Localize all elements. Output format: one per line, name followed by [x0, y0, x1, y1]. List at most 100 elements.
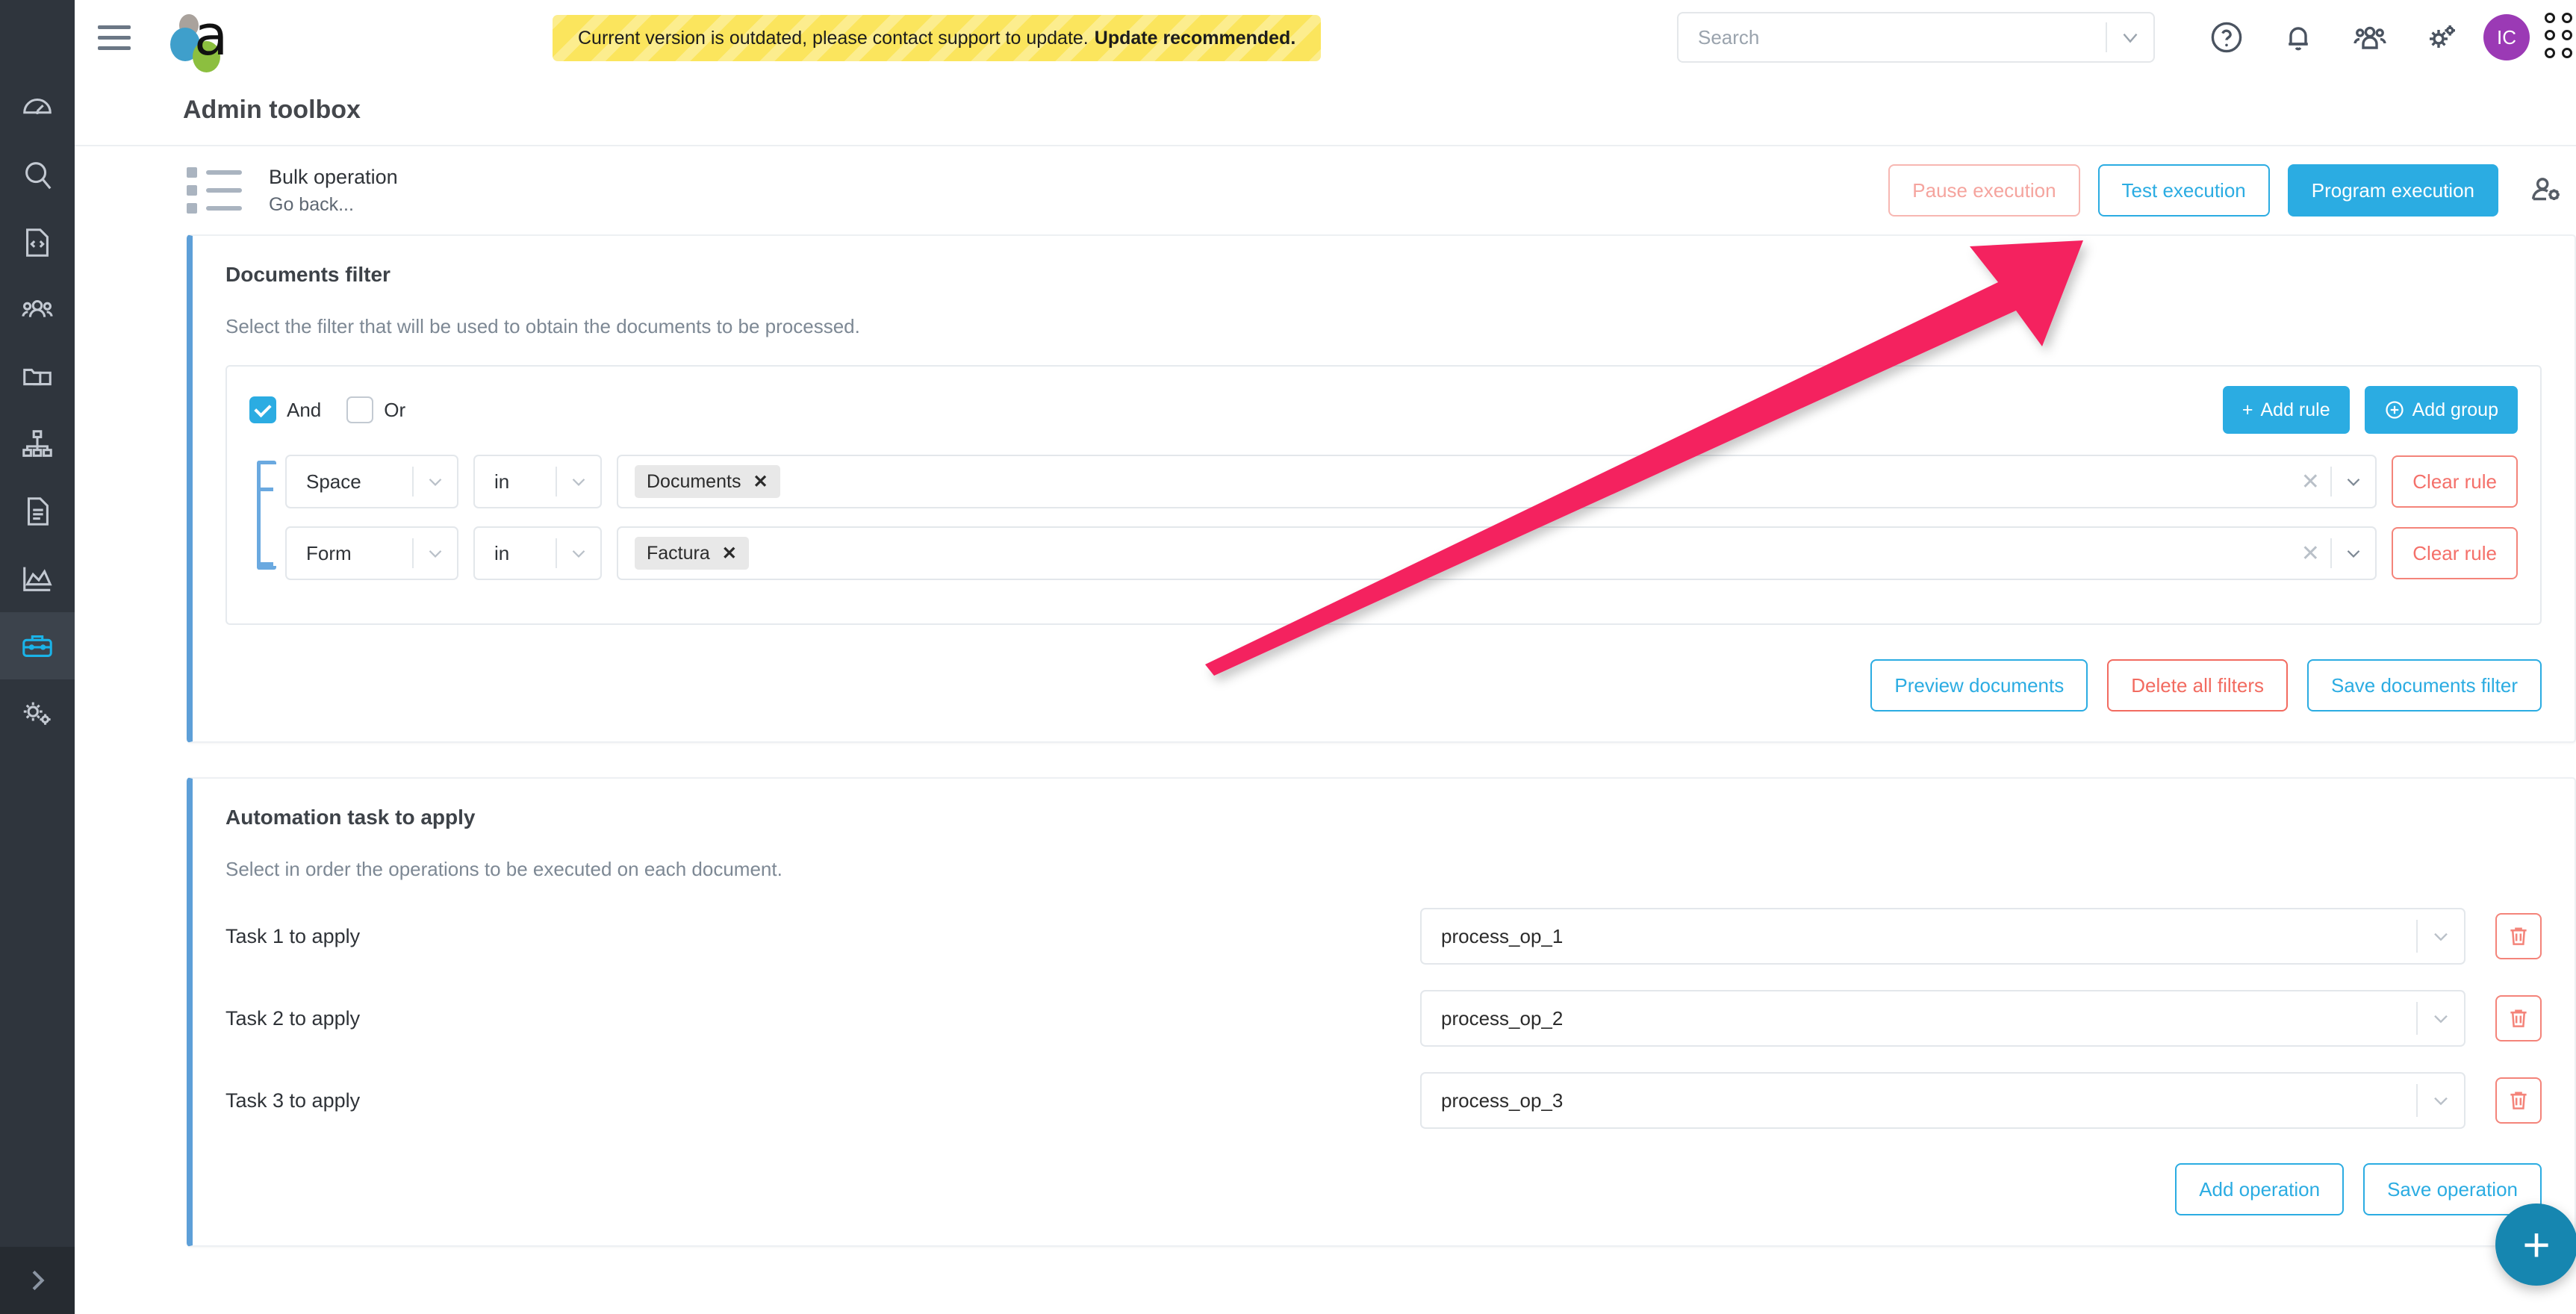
sidebar-item-toolbox[interactable]	[0, 612, 75, 679]
add-group-button[interactable]: Add group	[2365, 386, 2518, 434]
top-bar: a Current version is outdated, please co…	[75, 0, 2576, 75]
and-option[interactable]: And	[249, 396, 321, 423]
test-execution-button[interactable]: Test execution	[2098, 164, 2270, 217]
people-icon	[2352, 19, 2388, 55]
delete-task-button[interactable]	[2495, 1077, 2542, 1124]
clear-value-icon[interactable]: ✕	[2290, 541, 2330, 567]
grid-dot	[2545, 48, 2555, 58]
chevron-down-icon[interactable]	[2332, 542, 2375, 564]
sidebar-item-folder[interactable]	[0, 343, 75, 411]
sidebar-item-document[interactable]	[0, 478, 75, 545]
sidebar-item-dashboard[interactable]	[0, 75, 75, 142]
task-operation-select[interactable]: process_op_1	[1420, 908, 2465, 965]
user-gear-button[interactable]	[2516, 173, 2576, 208]
search-icon	[20, 158, 55, 193]
hamburger-line	[98, 46, 131, 50]
remove-chip-icon[interactable]: ✕	[722, 543, 737, 564]
task-operation-value: process_op_3	[1422, 1089, 2416, 1112]
plus-circle-icon	[2384, 399, 2405, 420]
go-back-link[interactable]: Go back...	[269, 191, 398, 218]
value-chip[interactable]: Documents ✕	[635, 465, 780, 498]
sidebar-item-settings[interactable]	[0, 679, 75, 747]
chevron-down-icon[interactable]	[557, 470, 600, 493]
chevron-down-icon[interactable]	[2418, 1006, 2464, 1030]
user-avatar[interactable]: IC	[2483, 14, 2530, 60]
hamburger-line	[98, 25, 131, 29]
apps-grid-icon[interactable]	[2545, 13, 2576, 62]
delete-all-filters-button[interactable]: Delete all filters	[2107, 659, 2288, 712]
sidebar-item-users[interactable]	[0, 276, 75, 343]
or-checkbox[interactable]	[346, 396, 373, 423]
delete-task-button[interactable]	[2495, 913, 2542, 959]
icon-line	[187, 167, 248, 178]
chevron-down-icon[interactable]	[414, 542, 457, 564]
sidebar-rail	[0, 0, 75, 1314]
value-chip-label: Factura	[647, 543, 710, 564]
task-operation-select[interactable]: process_op_3	[1420, 1072, 2465, 1129]
floating-add-button[interactable]: +	[2495, 1204, 2576, 1286]
chevron-down-icon[interactable]	[2332, 470, 2375, 493]
save-operation-button[interactable]: Save operation	[2363, 1163, 2542, 1215]
documents-filter-description: Select the filter that will be used to o…	[225, 315, 2542, 338]
search-input[interactable]: Search	[1677, 12, 2155, 63]
grid-dot	[2562, 30, 2572, 40]
clear-rule-button[interactable]: Clear rule	[2392, 527, 2518, 579]
rule-field-select[interactable]: Space	[285, 455, 458, 508]
people-button[interactable]	[2334, 0, 2406, 75]
help-icon	[2209, 19, 2244, 55]
task-operation-select[interactable]: process_op_2	[1420, 990, 2465, 1047]
sidebar-item-code-document[interactable]	[0, 209, 75, 276]
rule-operator-select[interactable]: in	[473, 526, 602, 580]
value-chip-label: Documents	[647, 471, 741, 493]
filter-group-buttons: + Add rule Add group	[2223, 386, 2518, 434]
value-chip[interactable]: Factura ✕	[635, 537, 749, 570]
version-warning-banner: Current version is outdated, please cont…	[553, 15, 1321, 61]
add-rule-button[interactable]: + Add rule	[2223, 386, 2350, 434]
rule-field-select[interactable]: Form	[285, 526, 458, 580]
search-dropdown-toggle[interactable]	[2107, 25, 2153, 50]
help-button[interactable]	[2191, 0, 2262, 75]
plus-icon: +	[2242, 399, 2253, 421]
rule-operator-value: in	[475, 542, 556, 565]
rule-value-select[interactable]: Factura ✕ ✕	[617, 526, 2377, 580]
hamburger-icon[interactable]	[91, 25, 137, 50]
delete-task-button[interactable]	[2495, 995, 2542, 1041]
settings-button[interactable]	[2406, 0, 2477, 75]
clear-value-icon[interactable]: ✕	[2290, 469, 2330, 495]
sidebar-item-org-chart[interactable]	[0, 411, 75, 478]
task-label: Task 3 to apply	[225, 1089, 1420, 1112]
or-option[interactable]: Or	[346, 396, 405, 423]
notifications-button[interactable]	[2262, 0, 2334, 75]
app-root: a Current version is outdated, please co…	[0, 0, 2576, 1314]
automation-actions: Add operation Save operation	[225, 1163, 2542, 1215]
sidebar-item-search[interactable]	[0, 142, 75, 209]
rule-value-select[interactable]: Documents ✕ ✕	[617, 455, 2377, 508]
app-logo[interactable]: a	[169, 11, 243, 63]
rule-value-tags: Documents ✕	[618, 465, 2290, 498]
document-icon	[20, 494, 55, 529]
task-row: Task 3 to apply process_op_3	[225, 1072, 2542, 1129]
pause-execution-button[interactable]: Pause execution	[1888, 164, 2079, 217]
preview-documents-button[interactable]: Preview documents	[1870, 659, 2088, 712]
clear-rule-button[interactable]: Clear rule	[2392, 455, 2518, 508]
filter-group-header: And Or + Add rule	[249, 386, 2518, 434]
sidebar-expand-button[interactable]	[0, 1247, 75, 1314]
rule-operator-select[interactable]: in	[473, 455, 602, 508]
chevron-down-icon[interactable]	[557, 542, 600, 564]
chevron-down-icon[interactable]	[2418, 1089, 2464, 1112]
breadcrumb: Bulk operation Go back...	[269, 163, 398, 218]
rule-value-tags: Factura ✕	[618, 537, 2290, 570]
add-operation-button[interactable]: Add operation	[2175, 1163, 2344, 1215]
remove-chip-icon[interactable]: ✕	[753, 471, 768, 493]
and-checkbox[interactable]	[249, 396, 276, 423]
program-execution-button[interactable]: Program execution	[2288, 164, 2498, 217]
task-row: Task 1 to apply process_op_1	[225, 908, 2542, 965]
chevron-down-icon[interactable]	[414, 470, 457, 493]
banner-bold-text: Update recommended.	[1095, 28, 1296, 49]
bulk-operation-icon	[187, 167, 248, 214]
rule-operator-value: in	[475, 470, 556, 493]
save-documents-filter-button[interactable]: Save documents filter	[2307, 659, 2542, 712]
sidebar-item-analytics[interactable]	[0, 545, 75, 612]
chevron-down-icon[interactable]	[2418, 924, 2464, 948]
grid-dot	[2562, 48, 2572, 58]
